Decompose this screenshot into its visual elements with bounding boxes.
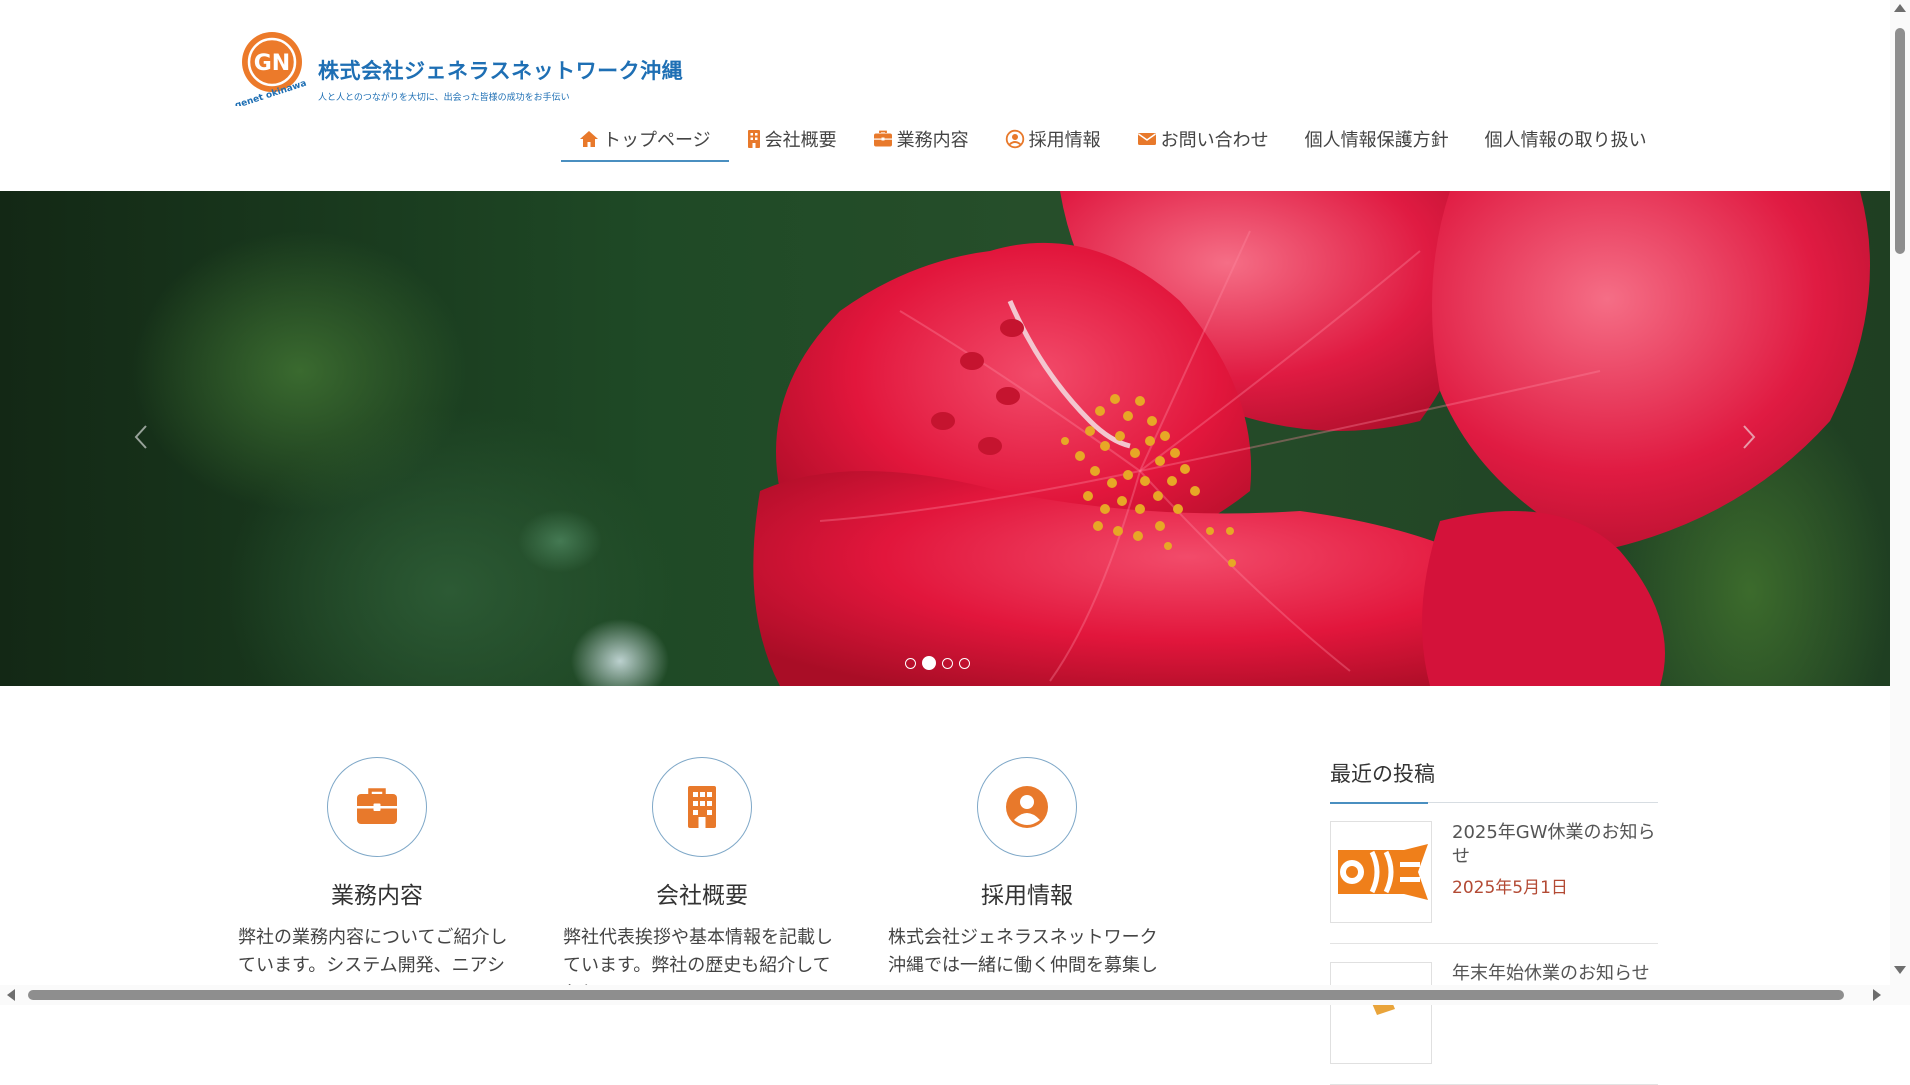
- home-icon: [579, 129, 599, 149]
- main-nav: トップページ 会社概要 業務内容 採用情報 お問い合わせ 個人情報保護方針 個人…: [561, 118, 1665, 168]
- logo-initials: GN: [254, 51, 290, 76]
- slider-dot-active[interactable]: [922, 656, 936, 670]
- nav-item-company[interactable]: 会社概要: [729, 118, 855, 160]
- hero-slider: [0, 191, 1890, 686]
- user-circle-icon: [1005, 129, 1025, 149]
- user-circle-icon: [1006, 786, 1048, 828]
- scrollbar-corner: [1890, 985, 1910, 1005]
- post-item[interactable]: 2025年GW休業のお知らせ 2025年5月1日: [1330, 803, 1658, 944]
- building-icon: [747, 129, 761, 149]
- nav-item-contact[interactable]: お問い合わせ: [1119, 118, 1287, 160]
- nav-item-business[interactable]: 業務内容: [855, 118, 987, 160]
- post-thumbnail[interactable]: [1330, 962, 1432, 1064]
- logo-mark-icon: GN genet okinawa: [234, 32, 308, 106]
- nav-label: お問い合わせ: [1160, 130, 1269, 151]
- nav-label: 会社概要: [764, 130, 837, 151]
- site-logo[interactable]: GN genet okinawa 株式会社ジェネラスネットワーク沖縄 人と人との…: [234, 30, 683, 106]
- post-date: 2025年5月1日: [1452, 878, 1568, 898]
- slider-next-button[interactable]: [1734, 417, 1764, 457]
- post-thumbnail[interactable]: [1330, 821, 1432, 923]
- building-icon: [688, 786, 716, 828]
- slider-dot[interactable]: [959, 657, 970, 669]
- hibiscus-image: [753, 191, 1870, 686]
- nav-label: トップページ: [603, 130, 711, 151]
- nav-item-privacy-handling[interactable]: 個人情報の取り扱い: [1467, 118, 1665, 160]
- feature-title[interactable]: 業務内容: [232, 876, 522, 910]
- feature-title[interactable]: 会社概要: [557, 876, 847, 910]
- recent-posts-widget: 最近の投稿 2025年GW休業のお知らせ 2025年5月1日 年末年始休業のお知…: [1330, 758, 1658, 1085]
- scroll-down-arrow-icon[interactable]: [1894, 966, 1906, 974]
- nav-label: 個人情報保護方針: [1304, 130, 1449, 151]
- scroll-right-arrow-icon[interactable]: [1873, 989, 1881, 1001]
- nav-item-recruit[interactable]: 採用情報: [987, 118, 1119, 160]
- briefcase-icon: [357, 788, 397, 824]
- feature-icon-circle[interactable]: [977, 757, 1077, 857]
- vertical-scrollbar[interactable]: [1890, 0, 1910, 1005]
- slider-prev-button[interactable]: [126, 417, 156, 457]
- widget-heading: 最近の投稿: [1330, 758, 1658, 804]
- horizontal-scroll-thumb[interactable]: [28, 990, 1844, 1000]
- company-tagline: 人と人とのつながりを大切に、出会った皆様の成功をお手伝い: [318, 93, 570, 103]
- post-title[interactable]: 年末年始休業のお知らせ: [1452, 962, 1650, 986]
- briefcase-icon: [873, 129, 893, 149]
- vertical-scroll-thumb[interactable]: [1895, 28, 1905, 254]
- slider-dot[interactable]: [942, 657, 953, 669]
- horizontal-scrollbar[interactable]: [0, 985, 1890, 1005]
- post-item[interactable]: 年末年始休業のお知らせ: [1330, 944, 1658, 1085]
- nav-label: 採用情報: [1028, 130, 1101, 151]
- chevron-right-icon: [1743, 425, 1756, 449]
- nav-label: 個人情報の取り扱い: [1484, 130, 1647, 151]
- feature-icon-circle[interactable]: [327, 757, 427, 857]
- nav-item-top[interactable]: トップページ: [561, 118, 729, 162]
- feature-icon-circle[interactable]: [652, 757, 752, 857]
- chevron-left-icon: [134, 425, 147, 449]
- feature-business: 業務内容 弊社の業務内容についてご紹介しています。システム開発、ニアショア: [232, 757, 522, 1008]
- slider-dots: [905, 656, 970, 670]
- nav-label: 業務内容: [896, 130, 969, 151]
- slider-dot[interactable]: [905, 657, 916, 669]
- envelope-icon: [1137, 129, 1157, 149]
- feature-title[interactable]: 採用情報: [882, 876, 1172, 910]
- scroll-left-arrow-icon[interactable]: [7, 989, 15, 1001]
- post-title[interactable]: 2025年GW休業のお知らせ: [1452, 821, 1658, 869]
- nav-item-privacy-policy[interactable]: 個人情報保護方針: [1287, 118, 1467, 160]
- scroll-up-arrow-icon[interactable]: [1894, 4, 1906, 12]
- feature-recruit: 採用情報 株式会社ジェネラスネットワーク沖縄では一緒に働く仲間を募集してい: [882, 757, 1172, 1008]
- koinobori-icon: [1338, 844, 1428, 900]
- feature-company: 会社概要 弊社代表挨拶や基本情報を記載しています。弊社の歴史も紹介しており: [557, 757, 847, 1008]
- company-name: 株式会社ジェネラスネットワーク沖縄: [318, 59, 684, 83]
